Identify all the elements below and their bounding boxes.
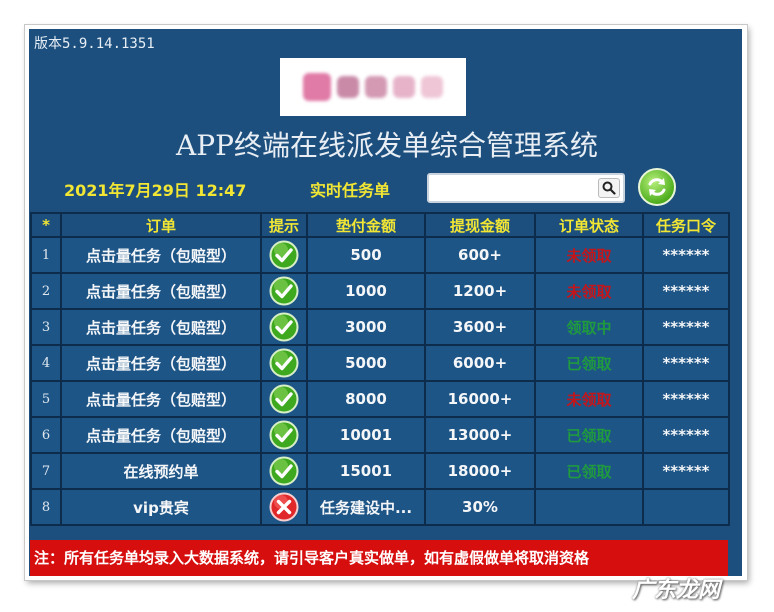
- refresh-button[interactable]: [638, 168, 676, 206]
- deposit-amount: 15001: [306, 452, 426, 490]
- withdraw-amount: 1200+: [424, 272, 536, 310]
- task-code: ******: [642, 452, 730, 490]
- task-code: ******: [642, 380, 730, 418]
- task-code: ******: [642, 308, 730, 346]
- task-code: ******: [642, 416, 730, 454]
- deposit-amount: 500: [306, 236, 426, 274]
- row-index: 7: [30, 452, 62, 490]
- search-box: [427, 173, 625, 203]
- withdraw-amount: 30%: [424, 488, 536, 526]
- col-header-order: 订单: [60, 212, 262, 238]
- order-name: 点击量任务（包赔型）: [60, 236, 262, 274]
- check-icon: [269, 384, 299, 414]
- hint-cell: [260, 236, 308, 274]
- row-index: 1: [30, 236, 62, 274]
- withdraw-amount: 600+: [424, 236, 536, 274]
- row-index: 6: [30, 416, 62, 454]
- order-status: 已领取: [534, 452, 644, 490]
- task-code: [642, 488, 730, 526]
- page-title: APP终端在线派发单综合管理系统: [176, 129, 598, 162]
- deposit-amount: 3000: [306, 308, 426, 346]
- table-row[interactable]: 8 vip贵宾 任务建设中... 30%: [30, 488, 730, 526]
- check-icon: [269, 348, 299, 378]
- deposit-amount: 8000: [306, 380, 426, 418]
- order-status: 未领取: [534, 272, 644, 310]
- col-header-status: 订单状态: [534, 212, 644, 238]
- task-code: ******: [642, 236, 730, 274]
- order-name: vip贵宾: [60, 488, 262, 526]
- withdraw-amount: 18000+: [424, 452, 536, 490]
- refresh-icon: [648, 178, 666, 196]
- order-status: [534, 488, 644, 526]
- table-row[interactable]: 5 点击量任务（包赔型） 8000 16000+ 未领取 ******: [30, 380, 730, 418]
- row-index: 3: [30, 308, 62, 346]
- deposit-amount: 5000: [306, 344, 426, 382]
- deposit-amount: 10001: [306, 416, 426, 454]
- check-icon: [269, 456, 299, 486]
- hint-cell: [260, 308, 308, 346]
- withdraw-amount: 6000+: [424, 344, 536, 382]
- row-index: 8: [30, 488, 62, 526]
- order-name: 点击量任务（包赔型）: [60, 380, 262, 418]
- withdraw-amount: 13000+: [424, 416, 536, 454]
- notice-banner: 注：所有任务单均录入大数据系统，请引导客户真实做单，如有虚假做单将取消资格: [30, 540, 728, 576]
- task-code: ******: [642, 344, 730, 382]
- hint-cell: [260, 416, 308, 454]
- watermark: 广东龙网: [632, 578, 721, 603]
- col-header-withdraw: 提现金额: [424, 212, 536, 238]
- hint-cell: [260, 344, 308, 382]
- search-icon: [602, 181, 616, 195]
- order-status: 未领取: [534, 236, 644, 274]
- datetime-label: 2021年7月29日 12:47: [64, 181, 247, 200]
- table-row[interactable]: 6 点击量任务（包赔型） 10001 13000+ 已领取 ******: [30, 416, 730, 454]
- order-status: 已领取: [534, 344, 644, 382]
- order-name: 在线预约单: [60, 452, 262, 490]
- col-header-index: *: [30, 212, 62, 238]
- search-input[interactable]: [433, 178, 597, 200]
- hint-cell: [260, 452, 308, 490]
- check-icon: [269, 240, 299, 270]
- task-table: * 订单 提示 垫付金额 提现金额 订单状态 任务口令 1 点击量任务（包赔型） 5…: [30, 212, 730, 526]
- hint-cell: [260, 488, 308, 526]
- search-button[interactable]: [598, 178, 620, 198]
- table-row[interactable]: 4 点击量任务（包赔型） 5000 6000+ 已领取 ******: [30, 344, 730, 382]
- task-code: ******: [642, 272, 730, 310]
- col-header-hint: 提示: [260, 212, 308, 238]
- table-row[interactable]: 3 点击量任务（包赔型） 3000 3600+ 领取中 ******: [30, 308, 730, 346]
- deposit-amount: 任务建设中...: [306, 488, 426, 526]
- order-status: 领取中: [534, 308, 644, 346]
- order-name: 点击量任务（包赔型）: [60, 416, 262, 454]
- check-icon: [269, 276, 299, 306]
- order-name: 点击量任务（包赔型）: [60, 344, 262, 382]
- hint-cell: [260, 380, 308, 418]
- logo: [280, 58, 466, 116]
- table-row[interactable]: 2 点击量任务（包赔型） 1000 1200+ 未领取 ******: [30, 272, 730, 310]
- row-index: 2: [30, 272, 62, 310]
- table-row[interactable]: 7 在线预约单 15001 18000+ 已领取 ******: [30, 452, 730, 490]
- version-label: 版本5.9.14.1351: [34, 36, 155, 52]
- check-icon: [269, 312, 299, 342]
- order-name: 点击量任务（包赔型）: [60, 272, 262, 310]
- check-icon: [269, 420, 299, 450]
- col-header-deposit: 垫付金额: [306, 212, 426, 238]
- order-status: 已领取: [534, 416, 644, 454]
- order-name: 点击量任务（包赔型）: [60, 308, 262, 346]
- withdraw-amount: 3600+: [424, 308, 536, 346]
- hint-cell: [260, 272, 308, 310]
- table-row[interactable]: 1 点击量任务（包赔型） 500 600+ 未领取 ******: [30, 236, 730, 274]
- order-status: 未领取: [534, 380, 644, 418]
- col-header-code: 任务口令: [642, 212, 730, 238]
- cross-icon: [269, 492, 299, 522]
- withdraw-amount: 16000+: [424, 380, 536, 418]
- realtime-task-label: 实时任务单: [310, 181, 391, 200]
- row-index: 4: [30, 344, 62, 382]
- deposit-amount: 1000: [306, 272, 426, 310]
- table-header-row: * 订单 提示 垫付金额 提现金额 订单状态 任务口令: [30, 212, 730, 238]
- row-index: 5: [30, 380, 62, 418]
